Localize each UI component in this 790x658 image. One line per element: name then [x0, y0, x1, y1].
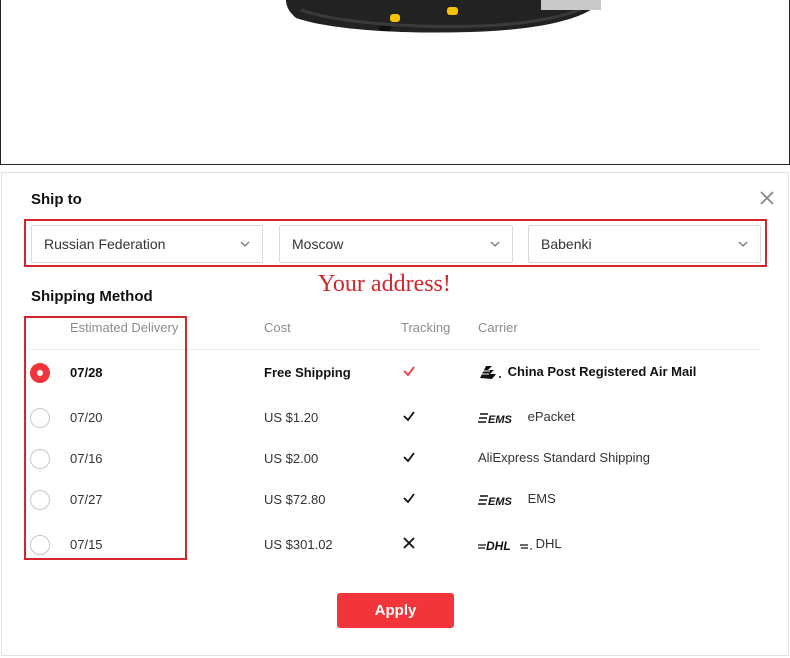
country-select[interactable]: Russian Federation: [31, 225, 263, 263]
city-value: Moscow: [292, 236, 344, 252]
carrier-info: DHL DHL: [478, 536, 562, 553]
country-value: Russian Federation: [44, 236, 166, 252]
column-header-cost: Cost: [264, 320, 291, 335]
carrier-info: EMS ePacket: [478, 409, 575, 426]
carrier-name: EMS: [527, 491, 556, 506]
carrier-info: China Post Registered Air Mail: [478, 364, 696, 380]
column-header-delivery: Estimated Delivery: [70, 320, 179, 335]
address-annotation: Your address!: [318, 271, 451, 297]
shipping-option-row[interactable]: 07/28 Free Shipping China Post Registere…: [30, 358, 760, 388]
radio-button[interactable]: [30, 408, 50, 428]
shipping-cost: US $72.80: [264, 492, 326, 507]
shipping-cost: US $1.20: [264, 410, 319, 425]
delivery-date: 07/20: [70, 410, 103, 425]
chevron-down-icon: [240, 241, 250, 247]
delivery-date: 07/16: [70, 451, 103, 466]
carrier-name: DHL: [535, 536, 562, 551]
apply-button[interactable]: Apply: [337, 593, 454, 628]
check-icon: [403, 366, 415, 377]
ship-to-title: Ship to: [31, 191, 82, 208]
chevron-down-icon: [738, 241, 748, 247]
radio-button-selected[interactable]: [30, 363, 50, 383]
carrier-name: AliExpress Standard Shipping: [478, 450, 650, 465]
district-select[interactable]: Babenki: [528, 225, 761, 263]
svg-text:EMS: EMS: [488, 414, 513, 426]
china-post-logo-icon: [480, 365, 501, 379]
column-header-tracking: Tracking: [401, 320, 451, 335]
district-value: Babenki: [541, 236, 592, 252]
shipping-option-row[interactable]: 07/15 US $301.02 DHL DHL: [30, 530, 760, 560]
radio-button[interactable]: [30, 490, 50, 510]
ship-to-dialog: Ship to Russian Federation Moscow Babenk…: [1, 172, 789, 656]
check-icon: [403, 493, 415, 504]
chevron-down-icon: [490, 241, 500, 247]
header-divider: [30, 349, 760, 350]
delivery-date: 07/15: [70, 537, 103, 552]
check-icon: [403, 411, 415, 422]
check-icon: [403, 452, 415, 463]
svg-text:EMS: EMS: [488, 496, 513, 508]
shipping-option-row[interactable]: 07/27 US $72.80 EMS EMS: [30, 485, 760, 515]
delivery-highlight-box: [24, 316, 187, 560]
column-header-carrier: Carrier: [478, 320, 518, 335]
shipping-cost: US $301.02: [264, 537, 333, 552]
city-select[interactable]: Moscow: [279, 225, 513, 263]
delivery-date: 07/27: [70, 492, 103, 507]
shipping-option-row[interactable]: 07/16 US $2.00 AliExpress Standard Shipp…: [30, 444, 760, 474]
address-highlight-box: Russian Federation Moscow Babenki: [24, 219, 767, 267]
radio-button[interactable]: [30, 535, 50, 555]
ems-logo-icon: EMS: [478, 494, 513, 508]
svg-text:DHL: DHL: [486, 539, 511, 553]
carrier-name: China Post Registered Air Mail: [507, 364, 697, 379]
product-image-frame: [0, 0, 790, 165]
cross-icon: [403, 537, 415, 549]
shipping-method-title: Shipping Method: [31, 288, 153, 305]
delivery-date: 07/28: [70, 365, 103, 380]
carrier-name: ePacket: [527, 409, 575, 424]
carrier-info: EMS EMS: [478, 491, 556, 508]
radio-button[interactable]: [30, 449, 50, 469]
shipping-option-row[interactable]: 07/20 US $1.20 EMS ePacket: [30, 403, 760, 433]
carrier-info: AliExpress Standard Shipping: [478, 450, 650, 466]
close-icon[interactable]: [757, 188, 777, 208]
shipping-cost: Free Shipping: [264, 365, 351, 380]
shoe-sole-image: [286, 0, 601, 33]
dhl-logo-icon: DHL: [478, 539, 532, 553]
ems-logo-icon: EMS: [478, 412, 513, 426]
shipping-cost: US $2.00: [264, 451, 319, 466]
